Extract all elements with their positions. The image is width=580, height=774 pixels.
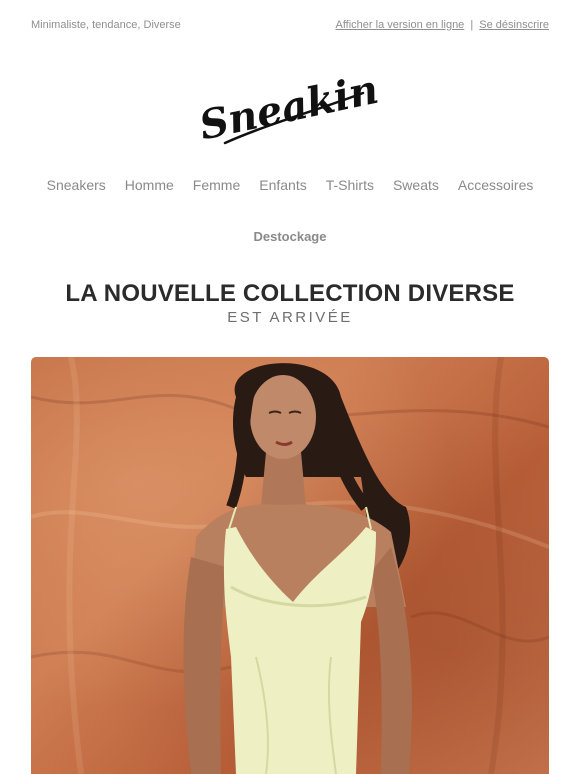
nav-enfants[interactable]: Enfants: [259, 177, 306, 193]
collection-headline: LA NOUVELLE COLLECTION DIVERSE: [65, 280, 515, 307]
view-online-link[interactable]: Afficher la version en ligne: [335, 19, 464, 31]
hero-image[interactable]: [31, 357, 549, 774]
unsubscribe-link[interactable]: Se désinscrire: [479, 19, 549, 31]
nav-sweats[interactable]: Sweats: [393, 177, 439, 193]
email-top-bar: Minimaliste, tendance, Diverse Afficher …: [0, 0, 580, 50]
nav-homme[interactable]: Homme: [125, 177, 174, 193]
nav-sneakers[interactable]: Sneakers: [47, 177, 106, 193]
link-separator: |: [470, 19, 474, 31]
preheader-text: Minimaliste, tendance, Diverse: [31, 19, 181, 31]
nav-femme[interactable]: Femme: [193, 177, 240, 193]
logo-wordmark: Sneakin: [195, 65, 382, 149]
collection-subheadline: EST ARRIVÉE: [227, 309, 353, 326]
model-illustration: [31, 357, 549, 774]
sneakin-logo-icon: Sneakin: [195, 65, 382, 149]
brand-logo[interactable]: Sneakin: [0, 60, 580, 155]
secondary-navigation: Destockage: [0, 229, 580, 244]
nav-tshirts[interactable]: T-Shirts: [326, 177, 374, 193]
main-navigation: Sneakers Homme Femme Enfants T-Shirts Sw…: [0, 177, 580, 193]
nav-destockage[interactable]: Destockage: [254, 229, 327, 244]
nav-accessoires[interactable]: Accessoires: [458, 177, 533, 193]
top-links: Afficher la version en ligne | Se désins…: [335, 19, 549, 31]
